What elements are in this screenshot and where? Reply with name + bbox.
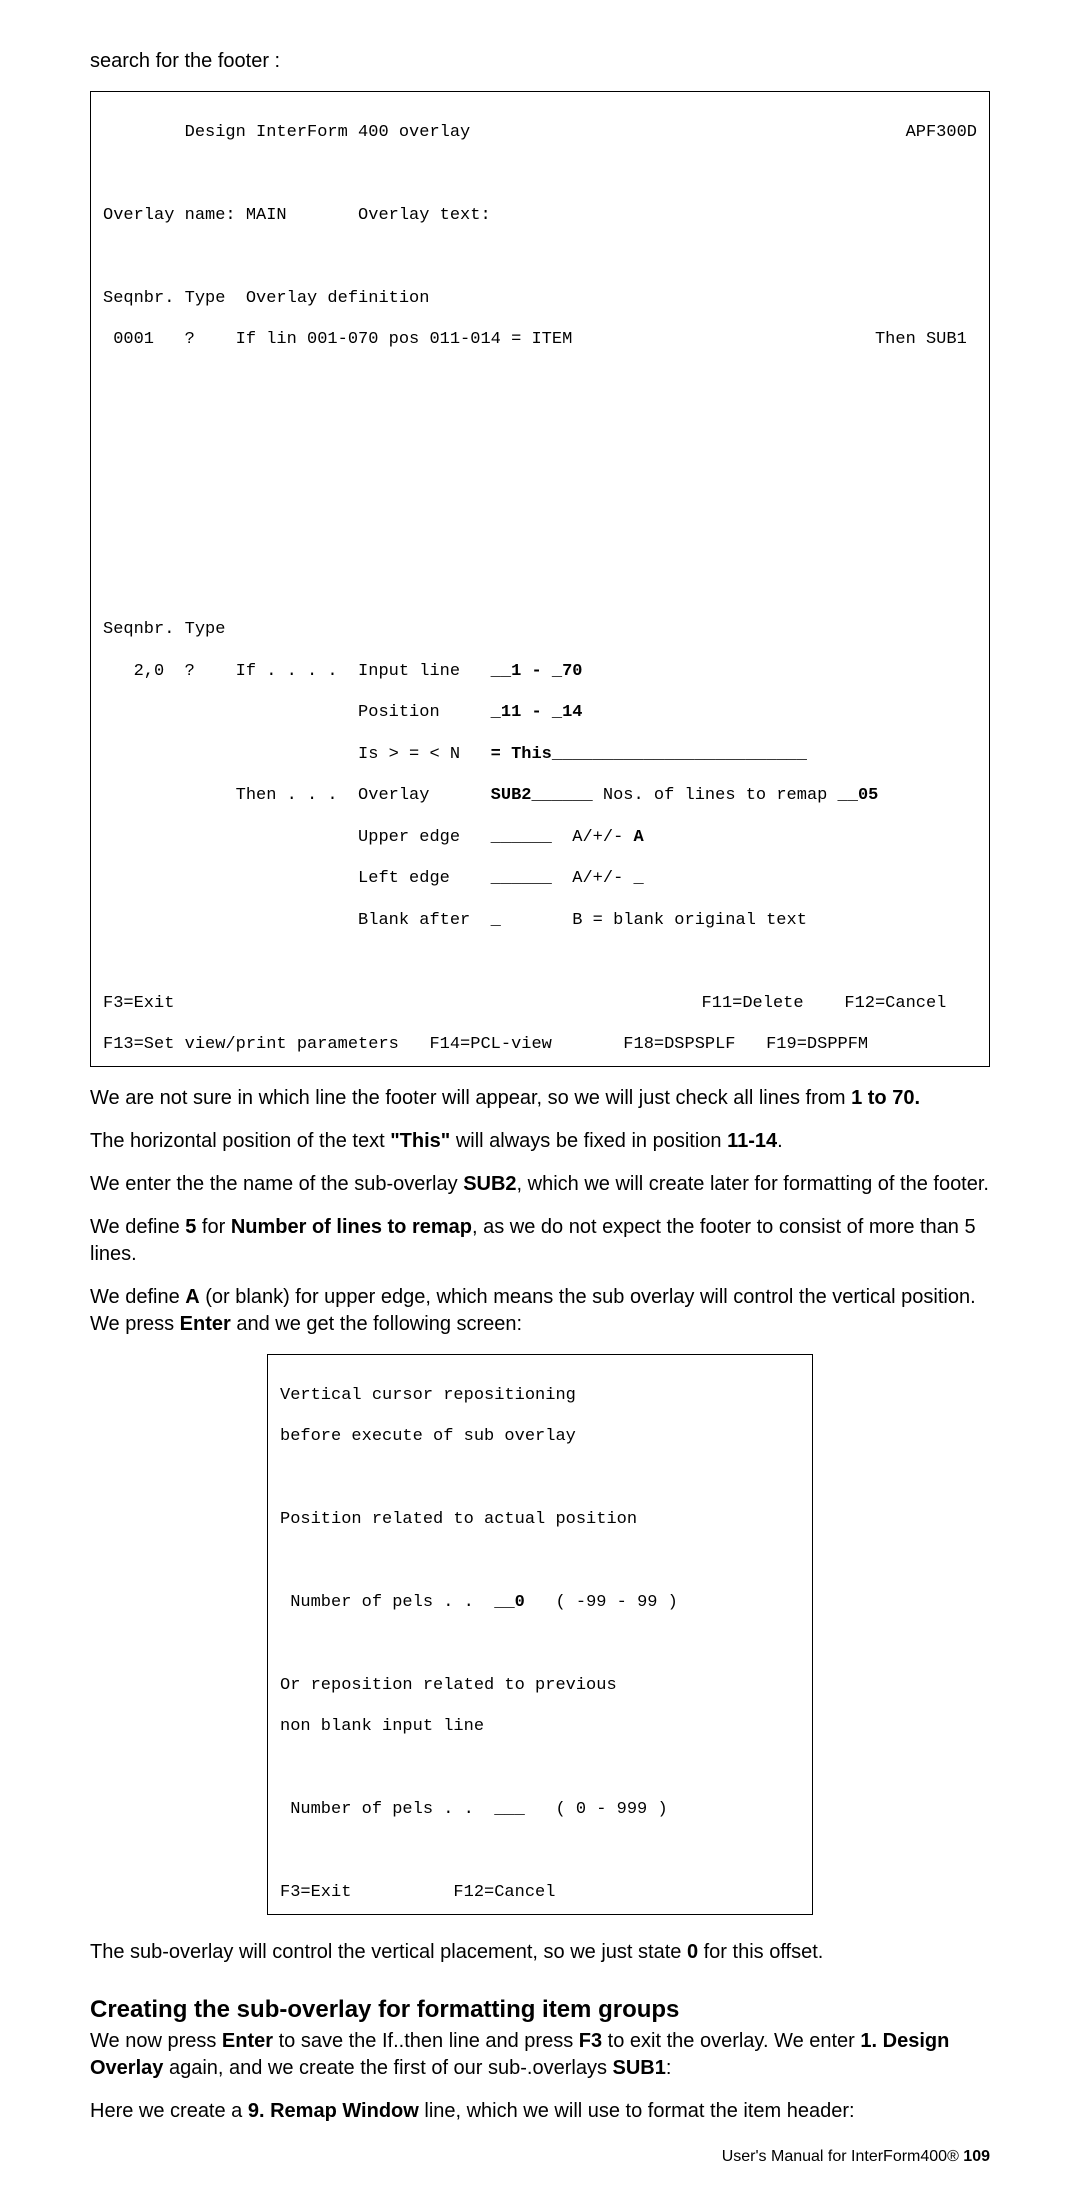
para8c: line, which we will use to format the it…: [419, 2100, 855, 2122]
para7g: again, and we create the first of our su…: [163, 2057, 612, 2079]
para5d: Enter: [180, 1313, 231, 1335]
t1-left-label: Left edge ______ A/+/- _: [103, 869, 977, 890]
t1-fkeys1-right: F11=Delete F12=Cancel: [702, 994, 977, 1015]
t1-rule-right: Then SUB1: [875, 330, 977, 351]
para7h: SUB1: [613, 2057, 666, 2079]
t2-l5: Or reposition related to previous: [280, 1676, 800, 1697]
para4a: We define: [90, 1216, 185, 1238]
para1a: We are not sure in which line the footer…: [90, 1087, 851, 1109]
para7a: We now press: [90, 2030, 222, 2052]
t2-l4a: Number of pels . .: [280, 1593, 494, 1612]
para4b: 5: [185, 1216, 196, 1238]
t1-header1: Seqnbr. Type Overlay definition: [103, 289, 977, 310]
t1-blank-label: Blank after _ B = blank original text: [103, 911, 977, 932]
t1-title-right: APF300D: [906, 123, 977, 144]
t2-l6: non blank input line: [280, 1717, 800, 1738]
t1-title-left: Design InterForm 400 overlay: [103, 123, 470, 142]
t1-fkeys2: F13=Set view/print parameters F14=PCL-vi…: [103, 1035, 977, 1056]
para5b: A: [185, 1286, 199, 1308]
t1-then-sub: SUB2______: [491, 786, 593, 805]
para3b: SUB2: [463, 1173, 516, 1195]
t2-l8: F3=Exit F12=Cancel: [280, 1883, 800, 1904]
para7e: to exit the overlay. We enter: [602, 2030, 860, 2052]
para7b: Enter: [222, 2030, 273, 2052]
para8b: 9. Remap Window: [248, 2100, 419, 2122]
t2-l2: before execute of sub overlay: [280, 1427, 800, 1448]
footer-text: User's Manual for InterForm400®: [722, 2148, 964, 2165]
para7d: F3: [579, 2030, 602, 2052]
para4: We define 5 for Number of lines to remap…: [90, 1214, 990, 1268]
t2-l1: Vertical cursor repositioning: [280, 1386, 800, 1407]
terminal-cursor-repositioning: Vertical cursor repositioning before exe…: [267, 1354, 813, 1915]
terminal-overlay-definition: Design InterForm 400 overlay APF300D Over…: [90, 91, 990, 1067]
t1-overlay-name: Overlay name: MAIN Overlay text:: [103, 206, 977, 227]
para7c: to save the If..then line and press: [273, 2030, 579, 2052]
para3c: , which we will create later for formatt…: [517, 1173, 989, 1195]
t1-upper-val: A: [634, 828, 644, 847]
para6a: The sub-overlay will control the vertica…: [90, 1941, 687, 1963]
para6c: for this offset.: [698, 1941, 823, 1963]
para1: We are not sure in which line the footer…: [90, 1085, 990, 1112]
t1-pos-val: _11 - _14: [491, 703, 583, 722]
t1-seqnbr-type: Seqnbr. Type: [103, 620, 977, 641]
t1-then-label: Then . . . Overlay: [103, 786, 491, 805]
para5a: We define: [90, 1286, 185, 1308]
para4d: Number of lines to remap: [231, 1216, 472, 1238]
para5e: and we get the following screen:: [231, 1313, 522, 1335]
para7: We now press Enter to save the If..then …: [90, 2028, 990, 2082]
t1-then-rest1: Nos. of lines to remap: [593, 786, 838, 805]
para5: We define A (or blank) for upper edge, w…: [90, 1284, 990, 1338]
t1-is-val: = This_________________________: [491, 745, 807, 764]
t1-fkeys1-left: F3=Exit: [103, 994, 174, 1013]
page-footer: User's Manual for InterForm400® 109: [722, 2146, 990, 2168]
para3: We enter the the name of the sub-overlay…: [90, 1171, 990, 1198]
para3a: We enter the the name of the sub-overlay: [90, 1173, 463, 1195]
t2-l4c: ( -99 - 99 ): [525, 1593, 678, 1612]
intro-text: search for the footer :: [90, 48, 990, 75]
para6: The sub-overlay will control the vertica…: [90, 1939, 990, 1966]
para2c: will always be fixed in position: [450, 1130, 727, 1152]
t1-rule-left: 0001 ? If lin 001-070 pos 011-014 = ITEM: [103, 330, 572, 349]
t2-l4b: __0: [494, 1593, 525, 1612]
t1-then-rest2: __05: [838, 786, 879, 805]
t2-l7: Number of pels . . ___ ( 0 - 999 ): [280, 1800, 800, 1821]
para6b: 0: [687, 1941, 698, 1963]
t1-pos-label: Position: [103, 703, 491, 722]
t1-if-val: __1 - _70: [491, 662, 583, 681]
para8: Here we create a 9. Remap Window line, w…: [90, 2098, 990, 2125]
footer-page: 109: [963, 2148, 990, 2165]
para8a: Here we create a: [90, 2100, 248, 2122]
para4c: for: [196, 1216, 230, 1238]
t1-upper-label: Upper edge ______ A/+/-: [103, 828, 634, 847]
para2: The horizontal position of the text "Thi…: [90, 1128, 990, 1155]
section-heading: Creating the sub-overlay for formatting …: [90, 1994, 990, 2026]
para2d: 11-14: [727, 1130, 777, 1152]
para2e: .: [777, 1130, 783, 1152]
t2-l3: Position related to actual position: [280, 1510, 800, 1531]
para1b: 1 to 70.: [851, 1087, 920, 1109]
t1-is-label: Is > = < N: [103, 745, 491, 764]
t1-if-label: 2,0 ? If . . . . Input line: [103, 662, 491, 681]
para7i: :: [666, 2057, 672, 2079]
para2b: "This": [390, 1130, 450, 1152]
para2a: The horizontal position of the text: [90, 1130, 390, 1152]
